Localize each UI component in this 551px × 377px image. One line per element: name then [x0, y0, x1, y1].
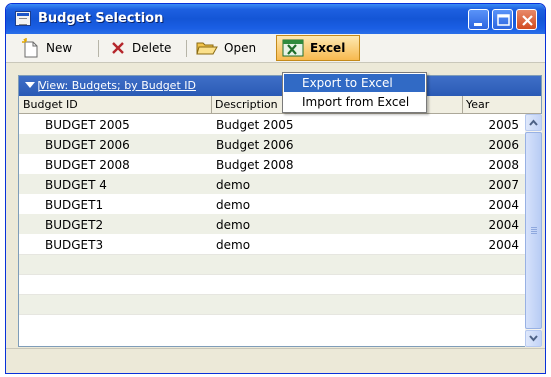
description-cell: Budget 2005	[216, 118, 294, 132]
year-cell: 2008	[488, 158, 519, 172]
description-cell: demo	[216, 198, 251, 212]
scroll-thumb[interactable]	[525, 132, 542, 329]
budget-id-cell: BUDGET 2008	[45, 158, 130, 172]
excel-icon	[282, 39, 304, 57]
menu-item-export-to-excel[interactable]: Export to Excel	[284, 74, 425, 92]
empty-row	[19, 294, 525, 314]
close-icon	[522, 15, 533, 26]
year-cell: 2004	[488, 218, 519, 232]
close-button[interactable]	[516, 9, 537, 30]
budget-selection-window: Budget Selection New Delete Open Excel |…	[5, 3, 546, 374]
empty-row	[19, 274, 525, 294]
empty-row	[19, 314, 525, 334]
year-cell: 2004	[488, 238, 519, 252]
budget-id-cell: BUDGET 2005	[45, 118, 130, 132]
view-selector[interactable]: | View: Budgets; by Budget ID	[19, 76, 541, 96]
excel-label: Excel	[310, 41, 346, 55]
column-divider[interactable]	[462, 96, 463, 114]
description-cell: demo	[216, 178, 251, 192]
excel-dropdown-menu: Export to Excel Import from Excel	[282, 72, 427, 113]
description-cell: demo	[216, 218, 251, 232]
new-button[interactable]: New	[22, 37, 72, 59]
table-row[interactable]: BUDGET 2008 Budget 2008 2008	[19, 154, 525, 174]
budget-id-cell: BUDGET3	[45, 238, 104, 252]
toolbar-separator	[98, 40, 99, 57]
column-header-description[interactable]: Description	[215, 98, 278, 111]
table-body: BUDGET 2005 Budget 2005 2005 BUDGET 2006…	[19, 114, 525, 348]
description-cell: Budget 2006	[216, 138, 294, 152]
new-document-icon	[22, 38, 38, 58]
table-row[interactable]: BUDGET3 demo 2004	[19, 234, 525, 254]
minimize-icon	[474, 23, 482, 26]
status-bar	[6, 348, 545, 373]
table-row[interactable]: BUDGET 2006 Budget 2006 2006	[19, 134, 525, 154]
column-header-budget-id[interactable]: Budget ID	[23, 98, 78, 111]
minimize-button[interactable]	[468, 9, 489, 30]
menu-item-import-from-excel[interactable]: Import from Excel	[284, 93, 425, 111]
toolbar: New Delete Open Excel	[6, 34, 545, 63]
budget-id-cell: BUDGET2	[45, 218, 104, 232]
description-cell: Budget 2008	[216, 158, 294, 172]
toolbar-separator	[186, 40, 187, 57]
delete-x-icon	[112, 42, 124, 54]
table-header: Budget ID Description Year	[19, 96, 541, 114]
new-label: New	[46, 41, 73, 55]
chevron-down-icon	[529, 335, 538, 342]
table-row[interactable]: BUDGET 4 demo 2007	[19, 174, 525, 194]
year-cell: 2004	[488, 198, 519, 212]
chevron-down-icon[interactable]	[25, 82, 35, 88]
open-label: Open	[224, 41, 257, 55]
budget-grid: | View: Budgets; by Budget ID Budget ID …	[18, 75, 542, 347]
vertical-scrollbar[interactable]	[525, 114, 542, 347]
scroll-up-button[interactable]	[525, 114, 542, 131]
window-title: Budget Selection	[38, 11, 164, 26]
column-header-year[interactable]: Year	[466, 98, 489, 111]
open-folder-icon	[196, 42, 218, 55]
excel-button[interactable]: Excel	[276, 35, 360, 61]
empty-row	[19, 254, 525, 274]
table-row[interactable]: BUDGET2 demo 2004	[19, 214, 525, 234]
year-cell: 2007	[488, 178, 519, 192]
chevron-up-icon	[529, 119, 538, 126]
budget-id-cell: BUDGET1	[45, 198, 104, 212]
year-cell: 2005	[488, 118, 519, 132]
year-cell: 2006	[488, 138, 519, 152]
table-row[interactable]: BUDGET1 demo 2004	[19, 194, 525, 214]
description-cell: demo	[216, 238, 251, 252]
table-row[interactable]: BUDGET 2005 Budget 2005 2005	[19, 114, 525, 134]
maximize-button[interactable]	[492, 9, 513, 30]
delete-label: Delete	[132, 41, 172, 55]
maximize-icon	[497, 14, 510, 26]
view-label[interactable]: View: Budgets; by Budget ID	[39, 79, 196, 92]
budget-id-cell: BUDGET 4	[45, 178, 107, 192]
title-bar[interactable]: Budget Selection	[6, 4, 545, 34]
open-button[interactable]: Open	[196, 37, 256, 59]
budget-id-cell: BUDGET 2006	[45, 138, 130, 152]
delete-button[interactable]: Delete	[110, 37, 171, 59]
scroll-down-button[interactable]	[525, 330, 542, 347]
window-icon	[15, 11, 31, 26]
column-divider[interactable]	[211, 96, 212, 114]
